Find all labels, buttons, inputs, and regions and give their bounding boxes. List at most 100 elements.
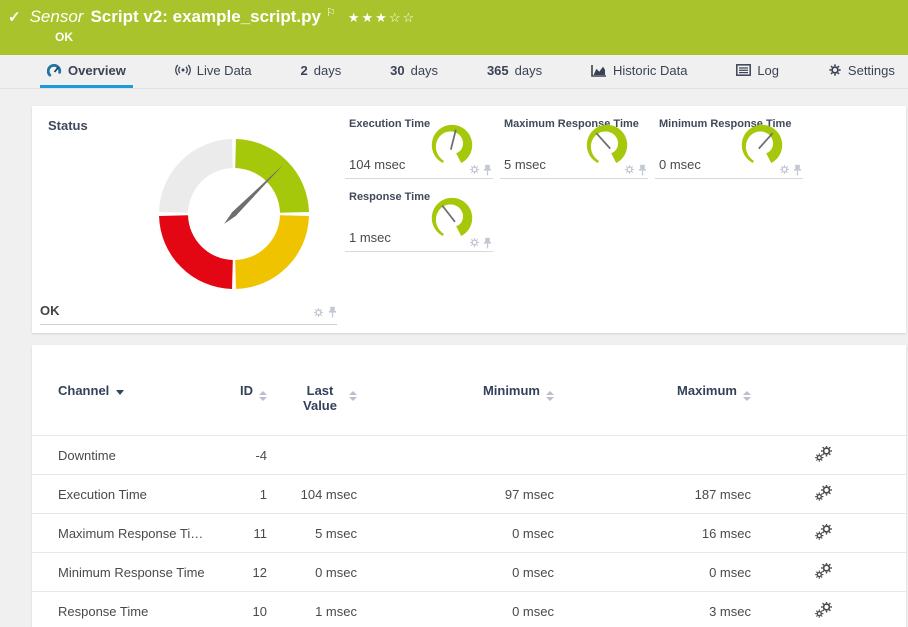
column-label: Minimum (483, 383, 540, 398)
tab-label: Log (757, 63, 779, 78)
sort-icon (546, 391, 554, 401)
tab-label: days (515, 63, 542, 78)
channel-table-card: Channel ID Last Value Minimum Maximum Downti… (32, 345, 906, 627)
tab-overview[interactable]: Overview (40, 55, 133, 88)
table-row-execution-time: Execution Time1104 msec97 msec187 msec (32, 475, 906, 514)
cell-id: 11 (212, 514, 267, 553)
gauge-title: Execution Time (349, 118, 430, 130)
cell-actions (751, 553, 906, 592)
column-header-id[interactable]: ID (212, 381, 267, 436)
tab-label: Live Data (197, 63, 252, 78)
gauge-panel-minimum-response-time: Minimum Response Time0 msec (655, 117, 803, 179)
cell-actions (751, 514, 906, 553)
gear-icon[interactable] (624, 164, 635, 176)
column-header-last-value[interactable]: Last Value (267, 381, 357, 436)
tab-settings[interactable]: Settings (821, 55, 902, 88)
gauge-panel-execution-time: Execution Time 104 msec (345, 117, 493, 179)
cell-channel: Minimum Response Time (32, 553, 212, 592)
gauge-panel-maximum-response-time: Maximum Response Time5 msec (500, 117, 648, 179)
cell-minimum: 0 msec (357, 553, 554, 592)
pin-icon[interactable] (793, 164, 802, 176)
channel-settings-icon[interactable] (815, 563, 833, 579)
gauge-value: OK (40, 303, 60, 318)
cell-maximum: 16 msec (554, 514, 751, 553)
cell-minimum: 97 msec (357, 475, 554, 514)
pin-icon[interactable] (483, 237, 492, 249)
tab-label: Overview (68, 63, 126, 78)
column-label: Last Value (297, 383, 343, 413)
cell-maximum (554, 436, 751, 475)
mini-gauge-grid: Execution Time 104 msec Maximum Response T… (345, 106, 906, 333)
gauge-value: 1 msec (349, 230, 391, 245)
tab-bar: Overview Live Data 2 days 30 days 365 days Histo… (0, 55, 908, 89)
cell-channel: Execution Time (32, 475, 212, 514)
sort-desc-icon (116, 390, 124, 395)
cell-minimum: 0 msec (357, 514, 554, 553)
historic-data-icon (591, 64, 607, 77)
cell-maximum: 0 msec (554, 553, 751, 592)
cell-id: -4 (212, 436, 267, 475)
column-label: Channel (58, 383, 109, 398)
tab-historic-data[interactable]: Historic Data (584, 55, 694, 88)
gear-icon[interactable] (469, 164, 480, 176)
cell-last-value (267, 436, 357, 475)
tab-2-days[interactable]: 2 days (294, 55, 349, 88)
object-kind-label: Sensor (30, 7, 84, 27)
gauge-value: 104 msec (349, 157, 405, 172)
cell-channel: Maximum Response Ti… (32, 514, 212, 553)
tab-30-days[interactable]: 30 days (383, 55, 445, 88)
gauge-title: Response Time (349, 191, 430, 203)
gauge-icon (47, 64, 62, 77)
gear-icon[interactable] (313, 307, 324, 318)
pin-icon[interactable] (328, 306, 337, 318)
overview-card: Status OK Execution Time 104 msec Maximum … (32, 106, 906, 333)
log-icon (736, 64, 751, 76)
column-header-channel[interactable]: Channel (32, 381, 212, 436)
settings-icon (828, 63, 842, 77)
tab-log[interactable]: Log (729, 55, 786, 88)
channel-settings-icon[interactable] (815, 485, 833, 501)
cell-channel: Downtime (32, 436, 212, 475)
cell-last-value: 1 msec (267, 592, 357, 627)
gauge-value: 5 msec (504, 157, 546, 172)
gauge-panel-response-time: Response Time 1 msec (345, 190, 493, 252)
gear-icon[interactable] (779, 164, 790, 176)
tab-label: Settings (848, 63, 895, 78)
cell-id: 10 (212, 592, 267, 627)
flag-icon[interactable]: ⚐ (326, 6, 336, 19)
tab-live-data[interactable]: Live Data (168, 55, 259, 88)
pin-icon[interactable] (638, 164, 647, 176)
cell-last-value: 104 msec (267, 475, 357, 514)
table-row-downtime: Downtime-4 (32, 436, 906, 475)
priority-stars[interactable]: ★★★☆☆ (348, 10, 416, 26)
cell-actions (751, 592, 906, 627)
sensor-status-badge: OK (55, 30, 898, 44)
column-header-minimum[interactable]: Minimum (357, 381, 554, 436)
channel-settings-icon[interactable] (815, 446, 833, 462)
cell-minimum: 0 msec (357, 592, 554, 627)
status-gauge-panel: Status OK (32, 106, 345, 333)
tab-label: days (314, 63, 341, 78)
channel-settings-icon[interactable] (815, 524, 833, 540)
tab-number: 2 (301, 63, 308, 78)
tab-label: Historic Data (613, 63, 687, 78)
page-title: Script v2: example_script.py (90, 7, 321, 27)
cell-maximum: 187 msec (554, 475, 751, 514)
tab-label: days (411, 63, 438, 78)
gauge-value: 0 msec (659, 157, 701, 172)
column-label: Maximum (677, 383, 737, 398)
cell-last-value: 5 msec (267, 514, 357, 553)
tab-365-days[interactable]: 365 days (480, 55, 549, 88)
channel-settings-icon[interactable] (815, 602, 833, 618)
table-row-maximum-response-ti: Maximum Response Ti…115 msec0 msec16 mse… (32, 514, 906, 553)
cell-actions (751, 436, 906, 475)
gear-icon[interactable] (469, 237, 480, 249)
pin-icon[interactable] (483, 164, 492, 176)
column-header-maximum[interactable]: Maximum (554, 381, 751, 436)
sort-icon (349, 391, 357, 401)
tab-number: 365 (487, 63, 509, 78)
column-header-actions (751, 381, 906, 436)
sort-icon (743, 391, 751, 401)
cell-minimum (357, 436, 554, 475)
tab-number: 30 (390, 63, 404, 78)
